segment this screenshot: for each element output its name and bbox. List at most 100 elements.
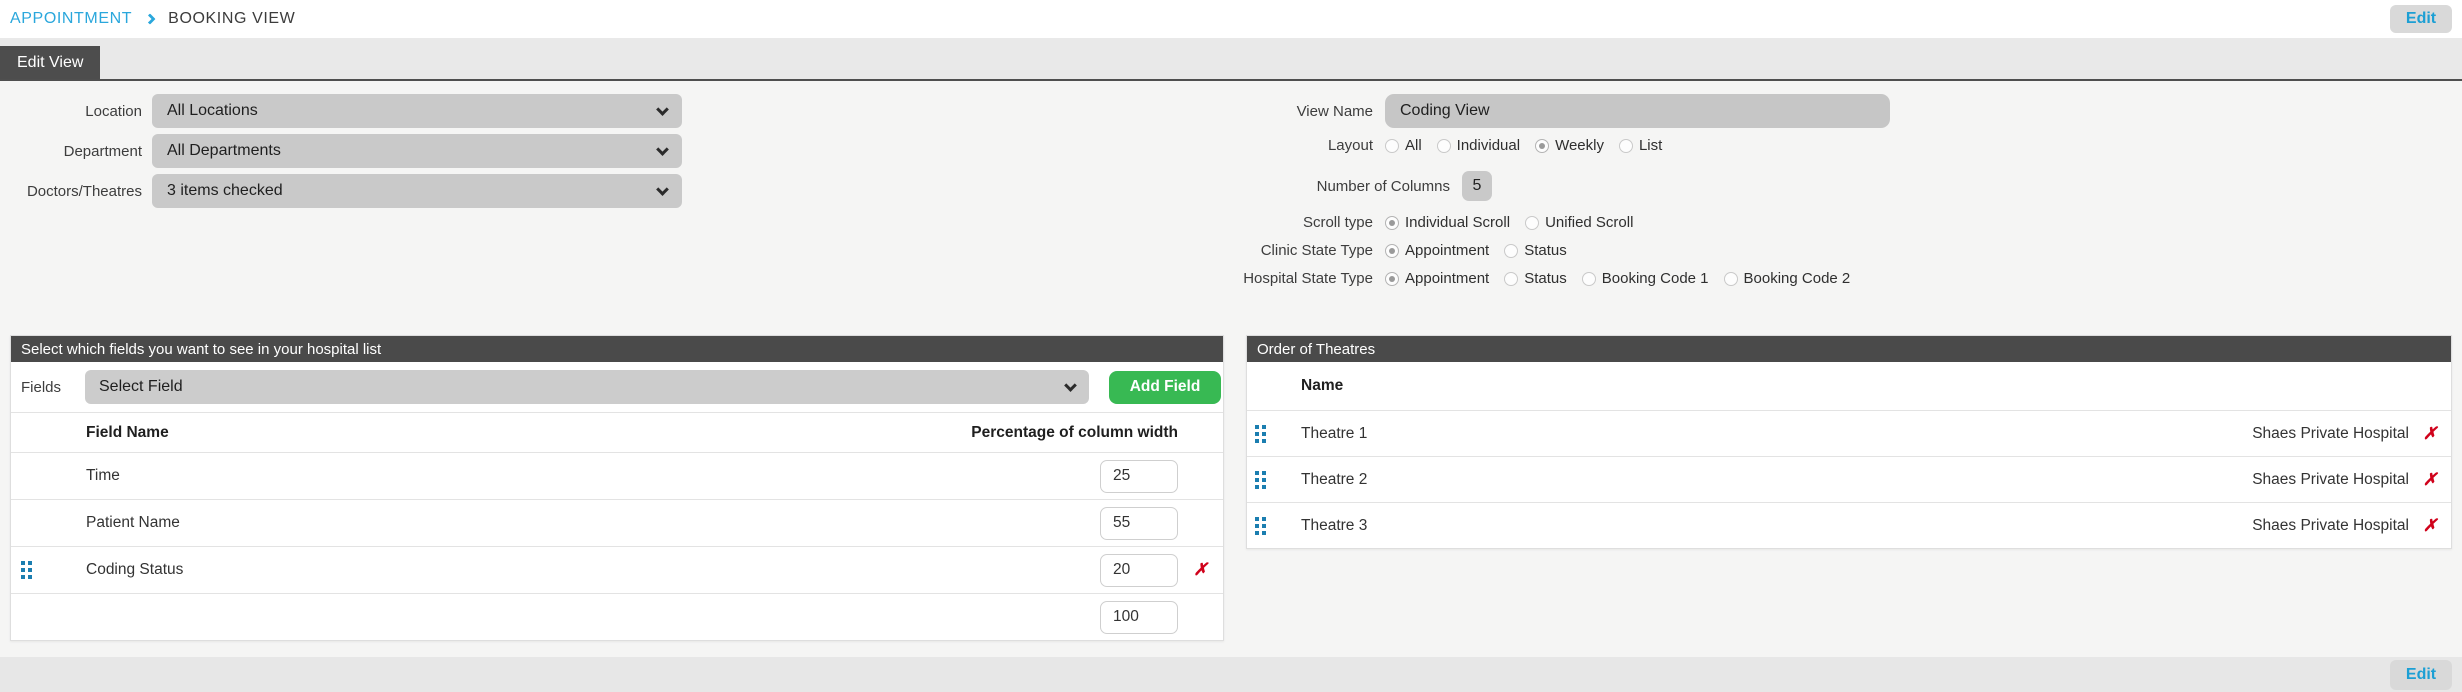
radio-icon [1723,271,1738,286]
edit-button-bottom[interactable]: Edit [2390,659,2452,690]
drag-handle-icon[interactable] [20,561,32,579]
booking-view-page: APPOINTMENT BOOKING VIEW Edit Edit View … [0,0,2462,692]
width-input-coding-status[interactable] [1100,553,1178,587]
radio-layout-list[interactable]: List [1618,137,1663,154]
radio-layout-all[interactable]: All [1385,137,1422,154]
radio-icon [1385,271,1399,286]
view-name-input[interactable] [1385,94,1890,128]
hospital-name: Shaes Private Hospital [2252,424,2409,442]
theatres-panel: Order of Theatres Name Theatre 1 Shaes P… [1246,335,2452,549]
department-select[interactable]: All Departments [152,134,682,168]
view-name-row: View Name [1150,94,1890,128]
location-row: Location All Locations [0,94,682,128]
delete-icon[interactable] [2423,424,2437,444]
number-of-columns-row: Number of Columns 5 [1150,171,1890,201]
width-input-time[interactable] [1100,459,1178,493]
fields-panel: Select which fields you want to see in y… [10,335,1224,641]
name-column-header: Name [1301,377,1344,394]
chevron-down-icon [1064,378,1077,392]
location-value: All Locations [167,102,258,119]
hospital-state-type-row: Hospital State Type Appointment Status B… [1150,270,1890,287]
breadcrumb-booking-view: BOOKING VIEW [168,10,296,27]
radio-label: Appointment [1405,270,1490,287]
layout-label: Layout [1327,137,1373,154]
radio-layout-individual[interactable]: Individual [1436,137,1520,154]
radio-label: Individual Scroll [1405,214,1511,231]
radio-label: Booking Code 2 [1743,270,1851,287]
radio-icon [1504,271,1519,286]
radio-clinic-appointment[interactable]: Appointment [1385,242,1489,259]
layout-row: Layout All Individual Weekly List [1150,137,1890,154]
radio-icon [1385,215,1399,230]
radio-hospital-booking-code-1[interactable]: Booking Code 1 [1581,270,1709,287]
table-row-coding-status: Coding Status [11,546,1223,593]
view-name-label: View Name [1296,102,1373,120]
edit-button-top[interactable]: Edit [2390,5,2452,33]
footer-bar: Edit [0,657,2462,692]
chevron-right-icon [144,13,156,25]
field-name-header: Field Name [86,423,169,441]
clinic-state-type-label: Clinic State Type [1260,242,1373,259]
theatre-row-1: Theatre 1 Shaes Private Hospital [1247,410,2451,456]
delete-icon[interactable] [2423,516,2437,536]
radio-clinic-status[interactable]: Status [1504,242,1567,259]
radio-hospital-status[interactable]: Status [1504,270,1567,287]
radio-icon [1504,243,1519,258]
radio-individual-scroll[interactable]: Individual Scroll [1385,214,1510,231]
doctors-theatres-select[interactable]: 3 items checked [152,174,682,208]
theatre-row-3: Theatre 3 Shaes Private Hospital [1247,502,2451,548]
chevron-down-icon [656,182,669,196]
radio-label: Weekly [1555,137,1604,154]
breadcrumb-appointment[interactable]: APPOINTMENT [10,10,132,28]
delete-icon[interactable] [2423,470,2437,490]
doctors-theatres-row: Doctors/Theatres 3 items checked [0,174,682,208]
breadcrumb: APPOINTMENT BOOKING VIEW [10,10,295,28]
theatre-name: Theatre 1 [1301,424,1368,442]
radio-icon [1385,243,1399,258]
drag-handle-icon[interactable] [1254,470,1266,489]
theatre-row-2: Theatre 2 Shaes Private Hospital [1247,456,2451,502]
radio-label: Appointment [1405,242,1490,259]
theatres-panel-header: Order of Theatres [1247,336,2451,362]
top-forms: Location All Locations Department All De… [0,81,2462,335]
width-total-input[interactable] [1100,600,1178,634]
department-label: Department [63,142,142,160]
fields-panel-header: Select which fields you want to see in y… [11,336,1223,362]
scroll-type-row: Scroll type Individual Scroll Unified Sc… [1150,214,1890,231]
radio-icon [1618,138,1633,153]
location-label: Location [85,102,142,120]
chevron-down-icon [656,102,669,116]
radio-hospital-appointment[interactable]: Appointment [1385,270,1489,287]
filter-form: Location All Locations Department All De… [0,94,682,214]
hospital-state-radio-group: Appointment Status Booking Code 1 Bookin… [1385,270,1850,287]
hospital-state-type-label: Hospital State Type [1243,270,1373,287]
radio-icon [1525,215,1540,230]
scroll-type-label: Scroll type [1302,214,1373,231]
tab-edit-view[interactable]: Edit View [0,46,101,79]
radio-label: Status [1524,242,1567,259]
radio-label: All [1405,137,1422,154]
scroll-type-radio-group: Individual Scroll Unified Scroll [1385,214,1633,231]
radio-unified-scroll[interactable]: Unified Scroll [1525,214,1633,231]
theatres-table-header: Name [1247,362,2451,410]
radio-label: List [1638,137,1663,154]
theatre-name: Theatre 3 [1301,516,1368,534]
radio-label: Status [1524,270,1567,287]
drag-handle-icon[interactable] [1254,424,1266,443]
delete-icon[interactable] [1193,560,1207,580]
clinic-state-type-row: Clinic State Type Appointment Status [1150,242,1890,259]
theatre-name: Theatre 2 [1301,470,1368,488]
drag-handle-icon[interactable] [1254,516,1266,535]
radio-hospital-booking-code-2[interactable]: Booking Code 2 [1723,270,1851,287]
table-row-time: Time [11,452,1223,499]
number-of-columns-value[interactable]: 5 [1462,171,1492,201]
location-select[interactable]: All Locations [152,94,682,128]
table-row-total [11,593,1223,640]
width-input-patient-name[interactable] [1100,506,1178,540]
radio-layout-weekly[interactable]: Weekly [1535,137,1604,154]
hospital-name: Shaes Private Hospital [2252,516,2409,534]
add-field-button[interactable]: Add Field [1109,370,1221,404]
doctors-theatres-value: 3 items checked [167,182,283,199]
tab-bar: Edit View [0,38,2462,81]
field-select[interactable]: Select Field [85,370,1089,404]
